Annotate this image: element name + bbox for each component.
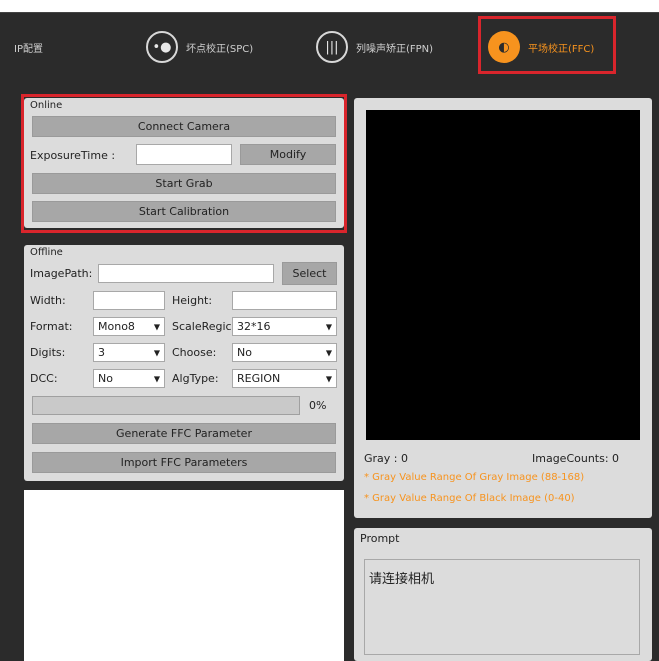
digits-select[interactable]: 3 ▼ bbox=[93, 343, 165, 362]
alg-type-value: REGION bbox=[237, 372, 281, 385]
height-label: Height: bbox=[172, 294, 213, 307]
black-range-note: * Gray Value Range Of Black Image (0-40) bbox=[364, 493, 575, 504]
prompt-message-box: 请连接相机 bbox=[364, 559, 640, 655]
scale-region-label: ScaleRegic bbox=[172, 320, 232, 333]
width-label: Width: bbox=[30, 294, 66, 307]
window-top-strip bbox=[0, 0, 659, 12]
height-input[interactable] bbox=[232, 291, 337, 310]
alg-type-select[interactable]: REGION ▼ bbox=[232, 369, 337, 388]
gray-value: Gray : 0 bbox=[364, 452, 408, 465]
tab-label: 列噪声矫正(FPN) bbox=[356, 43, 434, 55]
scale-region-value: 32*16 bbox=[237, 320, 271, 333]
tab-spc[interactable]: •● 坏点校正(SPC) bbox=[146, 13, 253, 81]
format-value: Mono8 bbox=[98, 320, 135, 333]
image-path-label: ImagePath: bbox=[30, 267, 93, 280]
choose-value: No bbox=[237, 346, 252, 359]
image-display-panel: Gray : 0 ImageCounts: 0 * Gray Value Ran… bbox=[354, 98, 652, 518]
ffc-tab-highlight bbox=[478, 16, 616, 74]
tab-fpn[interactable]: ||| 列噪声矫正(FPN) bbox=[316, 13, 433, 81]
tab-label: IP配置 bbox=[14, 43, 43, 55]
gray-range-note: * Gray Value Range Of Gray Image (88-168… bbox=[364, 472, 585, 483]
select-button[interactable]: Select bbox=[282, 262, 337, 285]
tab-label: 坏点校正(SPC) bbox=[186, 43, 254, 55]
log-box bbox=[24, 490, 344, 661]
image-path-input[interactable] bbox=[98, 264, 274, 283]
dot-icon: •● bbox=[146, 31, 178, 63]
chevron-down-icon: ▼ bbox=[153, 348, 160, 357]
image-counts: ImageCounts: 0 bbox=[532, 452, 620, 465]
format-label: Format: bbox=[30, 320, 73, 333]
tab-ip-config[interactable]: IP配置 bbox=[14, 13, 43, 81]
chevron-down-icon: ▼ bbox=[325, 374, 332, 383]
camera-display bbox=[366, 110, 640, 440]
digits-value: 3 bbox=[98, 346, 105, 359]
prompt-message: 请连接相机 bbox=[369, 572, 435, 587]
dcc-value: No bbox=[98, 372, 113, 385]
dcc-label: DCC: bbox=[30, 372, 58, 385]
scale-region-select[interactable]: 32*16 ▼ bbox=[232, 317, 337, 336]
width-input[interactable] bbox=[93, 291, 165, 310]
generate-ffc-button[interactable]: Generate FFC Parameter bbox=[32, 423, 336, 444]
digits-label: Digits: bbox=[30, 346, 66, 359]
offline-title: Offline bbox=[30, 247, 63, 258]
choose-label: Choose: bbox=[172, 346, 217, 359]
format-select[interactable]: Mono8 ▼ bbox=[93, 317, 165, 336]
prompt-title: Prompt bbox=[360, 532, 400, 545]
chevron-down-icon: ▼ bbox=[325, 322, 332, 331]
progress-bar bbox=[32, 396, 300, 415]
prompt-panel: Prompt 请连接相机 bbox=[354, 528, 652, 661]
offline-panel: Offline ImagePath: Select Width: Height:… bbox=[24, 245, 344, 481]
import-ffc-button[interactable]: Import FFC Parameters bbox=[32, 452, 336, 473]
chevron-down-icon: ▼ bbox=[325, 348, 332, 357]
choose-select[interactable]: No ▼ bbox=[232, 343, 337, 362]
progress-percent: 0% bbox=[309, 399, 327, 412]
columns-icon: ||| bbox=[316, 31, 348, 63]
chevron-down-icon: ▼ bbox=[153, 374, 160, 383]
dcc-select[interactable]: No ▼ bbox=[93, 369, 165, 388]
online-panel-highlight bbox=[21, 94, 347, 233]
alg-type-label: AlgType: bbox=[172, 372, 219, 385]
chevron-down-icon: ▼ bbox=[153, 322, 160, 331]
